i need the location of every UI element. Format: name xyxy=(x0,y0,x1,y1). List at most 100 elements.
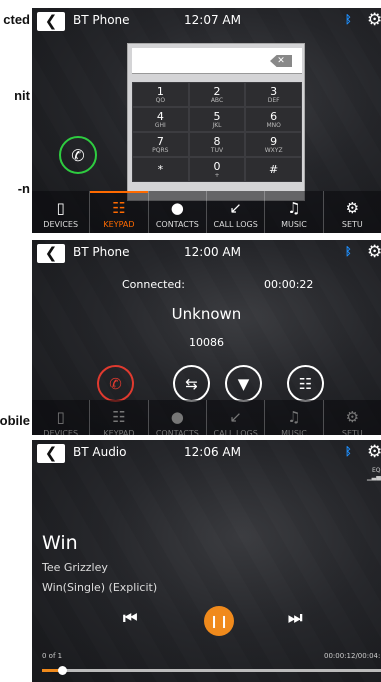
nav-keypad[interactable]: ☷ KEYPAD xyxy=(90,191,149,233)
backspace-icon[interactable]: ✕ xyxy=(270,55,292,67)
keypad-grid-icon: ☷ xyxy=(112,199,126,217)
key-4[interactable]: 4 GHI xyxy=(132,107,189,132)
app-title: BT Phone xyxy=(73,13,130,27)
key-star[interactable]: * xyxy=(132,157,189,182)
next-track-button[interactable]: ⏭ xyxy=(288,608,302,628)
pause-icon: ❙❙ xyxy=(208,614,230,628)
status-bar: ❮ BT Phone 12:07 AM ᛒ ⚙ xyxy=(32,8,381,35)
skip-previous-icon: ⏮ xyxy=(123,608,138,627)
clock: 12:07 AM xyxy=(184,13,241,27)
back-arrow-icon: ❮ xyxy=(44,244,58,262)
call-log-arrow-icon: ↙ xyxy=(229,199,242,217)
bluetooth-icon: ᛒ xyxy=(345,445,352,458)
progress-knob[interactable] xyxy=(58,666,68,675)
bottom-nav: ▯ DEVICES ☷ KEYPAD ● CONTACTS ↙ CALL LOGS ♫ M… xyxy=(32,191,381,233)
hang-up-icon: ✆ xyxy=(109,374,122,393)
bottom-nav: ▯ DEVICES ☷ KEYPAD ● CONTACTS ↙ CALL LOGS ♫ M… xyxy=(32,400,381,435)
key-hash[interactable]: # xyxy=(245,157,302,182)
page: cted nit n- obile ❮ BT Phone 12:07 AM ᛒ … xyxy=(0,0,381,682)
song-title: Win xyxy=(42,532,78,554)
doc-fragment: n- xyxy=(17,181,30,196)
equalizer-button[interactable]: EQ▁▃▅▃ xyxy=(367,467,381,481)
elapsed-total-time: 00:00:12/00:04: xyxy=(324,652,381,660)
artist-name: Tee Grizzley xyxy=(42,561,108,574)
caller-number: 10086 xyxy=(189,336,224,349)
nav-music[interactable]: ♫ MUSIC xyxy=(265,400,324,435)
settings-gear-icon[interactable]: ⚙ xyxy=(367,10,381,30)
album-name: Win(Single) (Explicit) xyxy=(42,581,158,594)
nav-settings[interactable]: ⚙ SETU xyxy=(324,400,381,435)
track-position: 0 of 1 xyxy=(42,652,63,660)
equalizer-icon: ▁▃▅▃ xyxy=(367,473,381,481)
settings-gear-icon[interactable]: ⚙ xyxy=(367,242,381,262)
caller-name: Unknown xyxy=(171,305,242,323)
key-7[interactable]: 7 PQRS xyxy=(132,132,189,157)
nav-contacts[interactable]: ● CONTACTS xyxy=(149,191,207,233)
doc-fragment: nit xyxy=(14,88,30,103)
gear-icon: ⚙ xyxy=(345,408,360,426)
key-5[interactable]: 5 JKL xyxy=(188,107,246,132)
previous-track-button[interactable]: ⏮ xyxy=(123,608,137,628)
doc-fragment: cted xyxy=(3,12,30,27)
progress-bar[interactable] xyxy=(42,666,381,675)
skip-next-icon: ⏭ xyxy=(288,608,303,627)
phone-handset-icon: ✆ xyxy=(71,145,85,165)
app-title: BT Audio xyxy=(73,445,127,459)
call-duration: 00:00:22 xyxy=(264,278,314,291)
key-0[interactable]: 0 + xyxy=(188,157,246,182)
person-icon: ● xyxy=(170,199,184,217)
nav-call-logs[interactable]: ↙ CALL LOGS xyxy=(207,400,266,435)
key-9[interactable]: 9 WXYZ xyxy=(245,132,302,157)
clock: 12:06 AM xyxy=(184,445,241,459)
bluetooth-icon: ᛒ xyxy=(345,245,352,258)
settings-gear-icon[interactable]: ⚙ xyxy=(367,442,381,462)
back-arrow-icon: ❮ xyxy=(44,444,58,462)
key-2[interactable]: 2 ABC xyxy=(188,82,246,107)
audio-screen: ❮ BT Audio 12:06 AM ᛒ ⚙ EQ▁▃▅▃ Win Tee G… xyxy=(32,440,381,682)
music-note-icon: ♫ xyxy=(287,408,301,426)
keypad-keys: 1 QO 2 ABC 3 DEF 4 GHI 5 JKL 6 MNO 7 PQRS 8 TUV 9 WXYZ * 0 +… xyxy=(132,82,302,182)
call-screen: ❮ BT Phone 12:00 AM ᛒ ⚙ Connected: 00:00… xyxy=(32,240,381,435)
keypad-grid-icon: ☷ xyxy=(112,408,126,426)
dial-number-field[interactable]: ✕ xyxy=(132,48,302,74)
nav-devices[interactable]: ▯ DEVICES xyxy=(32,191,91,233)
back-arrow-icon: ❮ xyxy=(44,12,58,30)
transfer-to-phone-button[interactable]: ⇆ xyxy=(173,365,210,402)
call-status: Connected: xyxy=(122,278,185,291)
bluetooth-icon: ᛒ xyxy=(345,13,352,26)
status-bar: ❮ BT Audio 12:06 AM ᛒ ⚙ xyxy=(32,440,381,467)
nav-keypad[interactable]: ☷ KEYPAD xyxy=(90,400,149,435)
back-button[interactable]: ❮ xyxy=(37,244,65,263)
music-note-icon: ♫ xyxy=(287,199,301,217)
key-3[interactable]: 3 DEF xyxy=(245,82,302,107)
call-button[interactable]: ✆ xyxy=(59,136,97,174)
nav-devices[interactable]: ▯ DEVICES xyxy=(32,400,91,435)
end-call-button[interactable]: ✆ xyxy=(97,365,134,402)
call-log-arrow-icon: ↙ xyxy=(229,408,242,426)
phone-transfer-icon: ⇆ xyxy=(185,374,198,393)
key-8[interactable]: 8 TUV xyxy=(188,132,246,157)
show-keypad-button[interactable]: ☷ xyxy=(287,365,324,402)
person-icon: ● xyxy=(170,408,184,426)
microphone-icon: ▼ xyxy=(237,374,250,393)
clock: 12:00 AM xyxy=(184,245,241,259)
back-button[interactable]: ❮ xyxy=(37,12,65,31)
dial-keypad: ✕ 1 QO 2 ABC 3 DEF 4 GHI 5 JKL 6 MNO 7 PQRS 8 TUV 9 WXYZ *… xyxy=(127,43,305,201)
nav-contacts[interactable]: ● CONTACTS xyxy=(149,400,207,435)
mute-mic-button[interactable]: ▼ xyxy=(225,365,262,402)
phone-device-icon: ▯ xyxy=(56,199,65,217)
doc-fragment: obile xyxy=(0,413,30,428)
status-bar: ❮ BT Phone 12:00 AM ᛒ ⚙ xyxy=(32,240,381,267)
key-6[interactable]: 6 MNO xyxy=(245,107,302,132)
pause-button[interactable]: ❙❙ xyxy=(204,606,234,636)
back-button[interactable]: ❮ xyxy=(37,444,65,463)
gear-icon: ⚙ xyxy=(345,199,360,217)
keypad-screen: ❮ BT Phone 12:07 AM ᛒ ⚙ ✕ 1 QO 2 ABC 3 DEF 4 GH… xyxy=(32,8,381,233)
phone-device-icon: ▯ xyxy=(56,408,65,426)
nav-call-logs[interactable]: ↙ CALL LOGS xyxy=(207,191,266,233)
key-1[interactable]: 1 QO xyxy=(132,82,189,107)
app-title: BT Phone xyxy=(73,245,130,259)
keypad-grid-icon: ☷ xyxy=(298,374,313,393)
nav-music[interactable]: ♫ MUSIC xyxy=(265,191,324,233)
nav-settings[interactable]: ⚙ SETU xyxy=(324,191,381,233)
